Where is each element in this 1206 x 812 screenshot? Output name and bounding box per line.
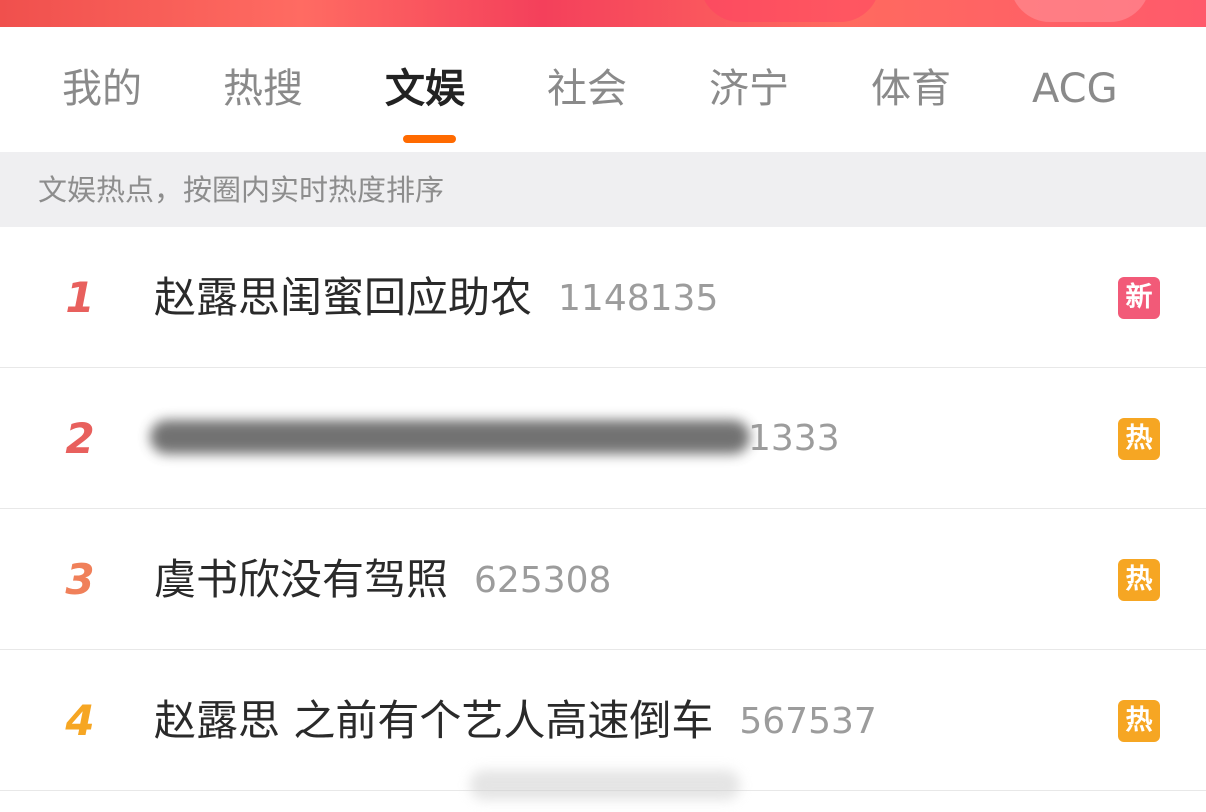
rank-number: 2: [65, 414, 95, 463]
tab-jining[interactable]: 济宁: [709, 62, 789, 116]
hot-topic-list: 1 赵露思闺蜜回应助农 1148135 新 2 1333 热 3 虞书欣没有驾照 6…: [0, 227, 1206, 791]
ranking-hint-text: 文娱热点，按圈内实时热度排序: [38, 173, 445, 207]
tab-hot-search[interactable]: 热搜: [223, 62, 303, 116]
banner-decoration: [700, 0, 880, 22]
hot-badge: 热: [1118, 418, 1160, 460]
redaction-blur: [150, 420, 750, 454]
heat-count: 567537: [739, 701, 877, 742]
active-tab-indicator: [403, 135, 456, 143]
heat-count: 1333: [748, 418, 840, 459]
new-badge: 新: [1118, 277, 1160, 319]
heat-count: 1148135: [558, 278, 719, 319]
topic-title[interactable]: 虞书欣没有驾照 625308: [154, 553, 611, 608]
rank-number: 1: [65, 273, 95, 322]
hot-badge: 热: [1118, 700, 1160, 742]
tab-sports[interactable]: 体育: [871, 62, 951, 116]
topic-title[interactable]: 赵露思闺蜜回应助农 1148135: [154, 271, 718, 326]
hot-badge: 热: [1118, 559, 1160, 601]
ranking-hint-bar: 文娱热点，按圈内实时热度排序: [0, 152, 1206, 227]
header-banner: [0, 0, 1206, 27]
rank-number: 3: [65, 555, 95, 604]
list-item[interactable]: 2 1333 热: [0, 368, 1206, 509]
tab-entertainment[interactable]: 文娱: [385, 62, 465, 116]
tab-acg[interactable]: ACG: [1032, 62, 1118, 116]
redaction-blur: [470, 770, 740, 800]
topic-title-text: 赵露思闺蜜回应助农: [154, 273, 533, 322]
topic-title[interactable]: 赵露思 之前有个艺人高速倒车 567537: [154, 694, 877, 749]
category-tabs: 我的 热搜 文娱 社会 济宁 体育 ACG: [0, 27, 1206, 152]
topic-title-text: 虞书欣没有驾照: [154, 555, 449, 604]
tab-society[interactable]: 社会: [547, 62, 627, 116]
banner-decoration: [494, 0, 554, 27]
list-item[interactable]: 1 赵露思闺蜜回应助农 1148135 新: [0, 227, 1206, 368]
list-item[interactable]: 3 虞书欣没有驾照 625308 热: [0, 509, 1206, 650]
rank-number: 4: [65, 696, 95, 745]
heat-count: 625308: [474, 560, 612, 601]
topic-title-text: 赵露思 之前有个艺人高速倒车: [154, 696, 714, 745]
tab-mine[interactable]: 我的: [62, 62, 142, 116]
banner-decoration: [1010, 0, 1150, 22]
